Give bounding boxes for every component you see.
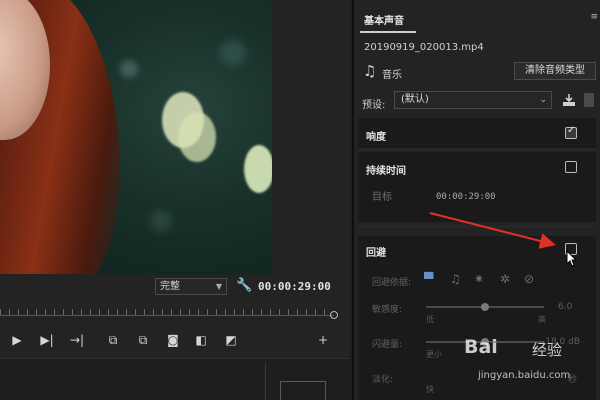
section-divider [358, 149, 596, 150]
clear-audio-type-button[interactable]: 清除音频类型 [514, 62, 596, 80]
step-forward-icon[interactable]: ▶| [38, 330, 56, 350]
watermark-brand: Bai [464, 336, 498, 358]
target-duration-label: 目标 [372, 192, 392, 203]
unclassified-icon[interactable]: ⊘ [524, 272, 534, 286]
program-monitor: 完整 ▼ 🔧 00:00:29:00 ▶ ▶| →| ⧉ ⧉ ◙ ◧ ◩ + [0, 0, 350, 400]
watermark-url: jingyan.baidu.com [478, 370, 571, 381]
mouse-cursor-icon [566, 250, 578, 267]
lift-icon[interactable]: ⧉ [104, 330, 122, 350]
panel-tab-underline [360, 31, 416, 33]
clip-name: 20190919_020013.mp4 [364, 42, 484, 53]
extract-icon[interactable]: ⧉ [134, 330, 152, 350]
panel-header: 基本声音 ≡ [354, 0, 600, 34]
overlay-icon[interactable]: ◩ [222, 330, 240, 350]
monitor-time-ruler[interactable] [0, 305, 340, 319]
bokeh-light [244, 145, 272, 193]
audio-meter [280, 381, 326, 400]
play-icon[interactable]: ▶ [8, 330, 26, 350]
add-button-icon[interactable]: + [314, 330, 332, 350]
bokeh-light [178, 112, 216, 162]
chevron-down-icon: ⌄ [539, 95, 547, 105]
bokeh-light [220, 40, 246, 66]
music-note-icon[interactable]: ♫ [450, 272, 461, 286]
panel-menu-icon[interactable]: ≡ [590, 12, 598, 22]
duration-timecode: 00:00:29:00 [258, 280, 331, 293]
preset-label: 预设: [362, 100, 386, 111]
loudness-title: 响度 [366, 132, 386, 143]
sensitivity-low-label: 低 [426, 315, 434, 324]
music-note-icon: ♫ [363, 62, 377, 80]
watermark-brand-cn: 经验 [532, 341, 563, 359]
preset-value: (默认) [401, 94, 429, 105]
transport-controls: ▶ ▶| →| ⧉ ⧉ ◙ ◧ ◩ + [0, 330, 340, 350]
sfx-icon[interactable]: ✷ [474, 272, 484, 286]
fade-label: 淡化: [372, 375, 394, 385]
fade-low-label: 快 [426, 385, 434, 394]
playback-resolution-select[interactable]: 完整 ▼ [155, 278, 227, 295]
audio-type-label: 音乐 [382, 70, 402, 81]
ambience-icon[interactable]: ✲ [500, 272, 510, 286]
camera-icon[interactable]: ◙ [164, 330, 182, 350]
ducking-title: 回避 [366, 248, 386, 259]
section-divider [358, 226, 596, 227]
chevron-down-icon: ▼ [215, 282, 222, 291]
ruler-end-handle[interactable] [330, 311, 338, 319]
go-to-out-icon[interactable]: →| [68, 330, 86, 350]
dialogue-icon[interactable]: ▀ [424, 272, 433, 286]
sensitivity-label: 敏感度: [372, 305, 403, 315]
playback-resolution-value: 完整 [160, 281, 180, 292]
bokeh-light [120, 60, 138, 78]
preset-select[interactable]: (默认) ⌄ [394, 91, 552, 109]
loudness-section: 响度 [358, 118, 596, 148]
panel-divider [265, 363, 266, 400]
timeline-strip [0, 358, 350, 400]
video-preview [0, 0, 272, 274]
compare-icon[interactable]: ◧ [192, 330, 210, 350]
delete-preset-icon[interactable] [584, 93, 594, 107]
wrench-icon[interactable]: 🔧 [236, 278, 252, 293]
sensitivity-slider[interactable] [426, 303, 544, 311]
monitor-controls: 完整 ▼ 🔧 00:00:29:00 [0, 276, 350, 300]
sensitivity-high-label: 高 [538, 315, 546, 324]
reduction-low-label: 更小 [426, 350, 442, 359]
sensitivity-value[interactable]: 6.0 [558, 302, 572, 312]
panel-title[interactable]: 基本声音 [364, 12, 404, 27]
target-duration-value[interactable]: 00:00:29:00 [436, 192, 496, 202]
ducking-against-label: 回避依据: [372, 278, 412, 288]
baidu-jingyan-watermark: Bai 经验 jingyan.baidu.com [460, 330, 600, 400]
bokeh-light [150, 210, 172, 232]
reduction-label: 闪避量: [372, 340, 403, 350]
duration-title: 持续时间 [366, 166, 406, 177]
save-preset-icon[interactable] [562, 93, 576, 107]
loudness-checkbox[interactable] [565, 125, 577, 139]
sensitivity-knob[interactable] [481, 303, 489, 311]
duration-checkbox[interactable] [565, 161, 577, 173]
duration-section: 持续时间 [358, 152, 596, 222]
ruler-track [0, 315, 334, 316]
